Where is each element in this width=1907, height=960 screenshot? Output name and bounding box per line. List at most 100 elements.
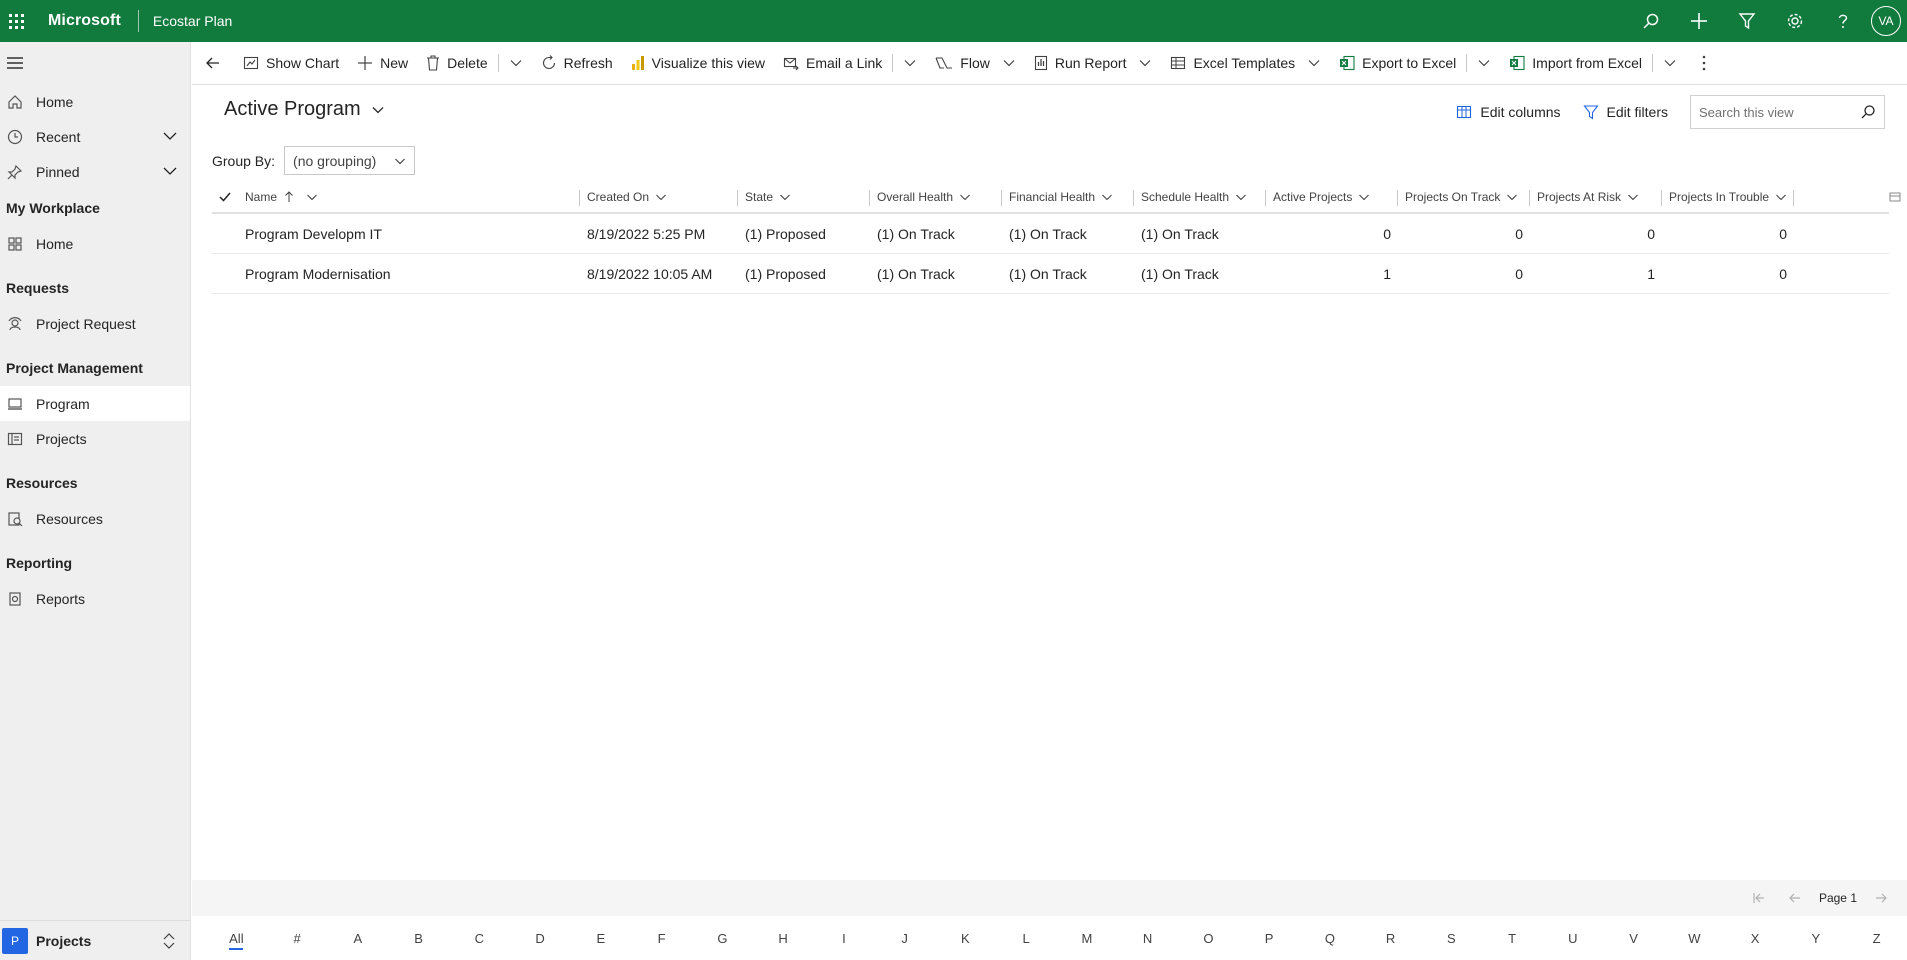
show-chart-label: Show Chart xyxy=(266,55,340,71)
brand-name[interactable]: Microsoft xyxy=(48,12,121,30)
column-header-created-on[interactable]: Created On xyxy=(580,180,738,214)
alpha-filter-l[interactable]: L xyxy=(996,931,1057,946)
alpha-filter-d[interactable]: D xyxy=(510,931,571,946)
sidebar-item-pinned[interactable]: Pinned xyxy=(0,154,190,189)
column-header-projects-at-risk[interactable]: Projects At Risk xyxy=(1530,180,1662,214)
alpha-filter-s[interactable]: S xyxy=(1421,931,1482,946)
delete-button[interactable]: Delete xyxy=(417,42,496,84)
alpha-filter-y[interactable]: Y xyxy=(1786,931,1847,946)
sidebar-item-resources[interactable]: Resources xyxy=(0,501,190,536)
chevron-down-icon xyxy=(1140,60,1151,67)
alpha-filter-u[interactable]: U xyxy=(1543,931,1604,946)
app-name[interactable]: Ecostar Plan xyxy=(153,13,232,29)
column-header-active-projects[interactable]: Active Projects xyxy=(1266,180,1398,214)
area-switcher[interactable]: P Projects xyxy=(0,920,190,960)
edit-columns-button[interactable]: Edit columns xyxy=(1456,104,1561,120)
grid-settings-button[interactable] xyxy=(1889,190,1901,206)
alpha-filter-f[interactable]: F xyxy=(631,931,692,946)
sidebar-item-recent[interactable]: Recent xyxy=(0,119,190,154)
alpha-filter-q[interactable]: Q xyxy=(1300,931,1361,946)
group-by-select[interactable]: (no grouping) xyxy=(284,146,416,175)
alpha-filter-c[interactable]: C xyxy=(449,931,510,946)
chevron-down-icon xyxy=(307,194,317,201)
column-header-projects-on-track[interactable]: Projects On Track xyxy=(1398,180,1530,214)
search-input[interactable] xyxy=(1699,104,1849,120)
alpha-filter-all[interactable]: All xyxy=(206,931,267,950)
alpha-filter-z[interactable]: Z xyxy=(1846,931,1907,946)
column-header-overall-health[interactable]: Overall Health xyxy=(870,180,1002,214)
alpha-filter-o[interactable]: O xyxy=(1178,931,1239,946)
alpha-filter-v[interactable]: V xyxy=(1603,931,1664,946)
more-commands-button[interactable] xyxy=(1686,42,1722,84)
new-record-button[interactable]: New xyxy=(348,42,417,84)
chart-icon xyxy=(243,56,259,70)
select-all-checkbox[interactable] xyxy=(212,180,238,214)
alpha-filter-j[interactable]: J xyxy=(874,931,935,946)
alpha-filter-x[interactable]: X xyxy=(1725,931,1786,946)
app-launcher-button[interactable] xyxy=(0,0,32,42)
visualize-button[interactable]: Visualize this view xyxy=(622,42,774,84)
export-excel-button[interactable]: Export to Excel xyxy=(1330,42,1465,84)
alpha-filter-a[interactable]: A xyxy=(328,931,389,946)
email-link-button[interactable]: Email a Link xyxy=(774,42,891,84)
alpha-filter-e[interactable]: E xyxy=(571,931,632,946)
column-header-state[interactable]: State xyxy=(738,180,870,214)
alpha-filter-b[interactable]: B xyxy=(388,931,449,946)
import-more-dropdown[interactable] xyxy=(1654,42,1686,84)
run-report-label: Run Report xyxy=(1054,55,1127,71)
alpha-filter-h[interactable]: H xyxy=(753,931,814,946)
export-more-dropdown[interactable] xyxy=(1468,42,1500,84)
alpha-filter-hash[interactable]: # xyxy=(267,931,328,946)
table-row[interactable]: Program Developm IT 8/19/2022 5:25 PM (1… xyxy=(212,214,1889,254)
refresh-button[interactable]: Refresh xyxy=(532,42,622,84)
alpha-filter-t[interactable]: T xyxy=(1482,931,1543,946)
sidebar-item-project-request[interactable]: Project Request xyxy=(0,306,190,341)
search-button[interactable] xyxy=(1627,0,1675,42)
new-button[interactable] xyxy=(1675,0,1723,42)
next-page-button[interactable] xyxy=(1863,883,1899,913)
import-excel-button[interactable]: Import from Excel xyxy=(1500,42,1651,84)
cell-name[interactable]: Program Modernisation xyxy=(238,254,580,294)
chevron-down-icon xyxy=(904,60,916,67)
settings-button[interactable] xyxy=(1771,0,1819,42)
alpha-filter-r[interactable]: R xyxy=(1360,931,1421,946)
view-selector[interactable]: Active Program xyxy=(224,98,385,121)
sidebar-item-reports[interactable]: Reports xyxy=(0,581,190,616)
column-header-projects-in-trouble[interactable]: Projects In Trouble xyxy=(1662,180,1794,214)
column-header-financial-health[interactable]: Financial Health xyxy=(1002,180,1134,214)
show-chart-button[interactable]: Show Chart xyxy=(234,42,348,84)
excel-templates-button[interactable]: Excel Templates xyxy=(1161,42,1330,84)
alpha-filter-g[interactable]: G xyxy=(692,931,753,946)
import-excel-label: Import from Excel xyxy=(1532,55,1642,71)
column-header-schedule-health[interactable]: Schedule Health xyxy=(1134,180,1266,214)
column-header-label: Overall Health xyxy=(877,190,954,204)
alpha-filter-i[interactable]: I xyxy=(814,931,875,946)
first-page-button[interactable] xyxy=(1741,883,1777,913)
table-row[interactable]: Program Modernisation 8/19/2022 10:05 AM… xyxy=(212,254,1889,294)
search-submit-button[interactable] xyxy=(1860,104,1876,123)
alpha-filter-m[interactable]: M xyxy=(1057,931,1118,946)
delete-more-dropdown[interactable] xyxy=(500,42,532,84)
previous-page-button[interactable] xyxy=(1777,883,1813,913)
alpha-filter-k[interactable]: K xyxy=(935,931,996,946)
user-avatar[interactable]: VA xyxy=(1871,6,1901,36)
column-header-name[interactable]: Name xyxy=(238,180,580,214)
sidebar-item-workplace-home[interactable]: Home xyxy=(0,226,190,261)
back-button[interactable] xyxy=(192,42,234,84)
alpha-filter-n[interactable]: N xyxy=(1117,931,1178,946)
sidebar-item-projects[interactable]: Projects xyxy=(0,421,190,456)
email-more-dropdown[interactable] xyxy=(894,42,926,84)
help-button[interactable] xyxy=(1819,0,1867,42)
cell-name[interactable]: Program Developm IT xyxy=(238,214,580,254)
alpha-filter-p[interactable]: P xyxy=(1239,931,1300,946)
run-report-button[interactable]: Run Report xyxy=(1025,42,1162,84)
area-badge: P xyxy=(2,927,28,954)
sidebar-item-program[interactable]: Program xyxy=(0,386,190,421)
flow-button[interactable]: Flow xyxy=(926,42,1025,84)
edit-filters-button[interactable]: Edit filters xyxy=(1582,104,1668,120)
filter-button[interactable] xyxy=(1723,0,1771,42)
chevron-down-icon xyxy=(1003,60,1015,67)
sidebar-item-home[interactable]: Home xyxy=(0,84,190,119)
sitemap-toggle-button[interactable] xyxy=(0,42,190,84)
alpha-filter-w[interactable]: W xyxy=(1664,931,1725,946)
